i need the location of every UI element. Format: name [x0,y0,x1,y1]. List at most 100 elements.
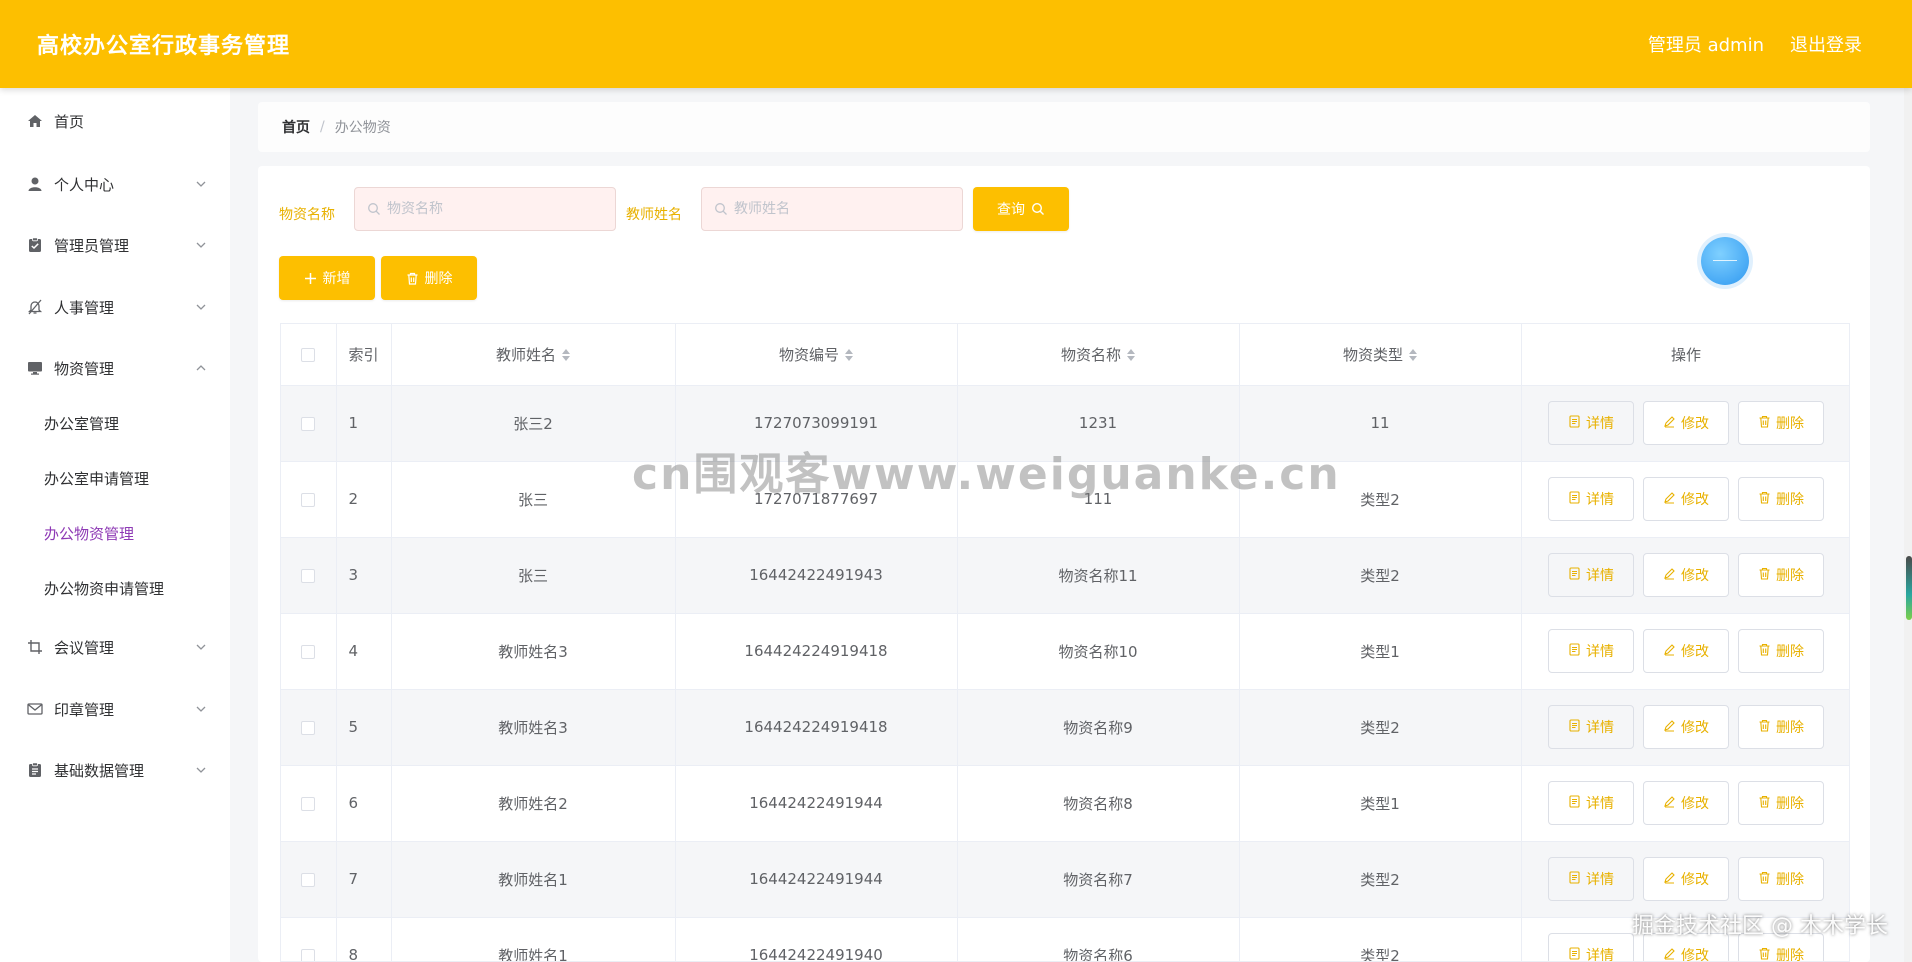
edit-button[interactable]: 修改 [1643,477,1729,521]
sidebar-item-personal-center[interactable]: 个人中心 [0,159,230,209]
add-button[interactable]: 新增 [279,256,375,300]
cell-teacher: 张三 [391,461,676,538]
delete-button[interactable]: 删除 [1738,781,1824,825]
row-checkbox[interactable] [301,644,316,659]
row-checkbox[interactable] [301,416,316,431]
sidebar-subitem-office-application[interactable]: 办公室申请管理 [0,455,230,501]
detail-button-label: 详情 [1586,644,1614,660]
table-body: 1 张三2 1727073099191 1231 11 详情 修改 删除 2 张三 17270718… [281,385,1849,961]
row-checkbox[interactable] [301,720,316,735]
sort-icon[interactable] [1409,348,1417,362]
sort-icon[interactable] [562,348,570,362]
detail-button[interactable]: 详情 [1548,553,1634,597]
row-checkbox[interactable] [301,948,316,961]
edit-icon [1663,567,1676,584]
search-icon [1031,202,1044,215]
sidebar-item-seal-management[interactable]: 印章管理 [0,684,230,734]
supply-name-search-box[interactable] [354,187,616,231]
select-all-checkbox[interactable] [301,347,316,362]
column-header-type[interactable]: 物资类型 [1239,324,1522,386]
row-checkbox[interactable] [301,872,316,887]
table-row: 6 教师姓名2 16442422491944 物资名称8 类型1 详情 修改 删除 [281,765,1849,842]
sidebar-item-hr-management[interactable]: 人事管理 [0,282,230,332]
admin-user-label[interactable]: 管理员 admin [1648,31,1764,57]
teacher-name-search-box[interactable] [701,187,963,231]
edit-button[interactable]: 修改 [1643,553,1729,597]
sidebar-subitem-office-supplies[interactable]: 办公物资管理 [0,510,230,556]
detail-button[interactable]: 详情 [1548,401,1634,445]
breadcrumb-separator: / [320,119,325,135]
row-checkbox[interactable] [301,492,316,507]
batch-delete-button[interactable]: 删除 [381,256,477,300]
detail-button[interactable]: 详情 [1548,477,1634,521]
column-header-label: 教师姓名 [495,345,556,364]
sidebar-item-label: 管理员管理 [54,236,130,255]
edit-button-label: 修改 [1681,872,1709,888]
sort-icon[interactable] [845,348,853,362]
cell-actions: 详情 修改 删除 [1521,613,1849,690]
edit-button[interactable]: 修改 [1643,857,1729,901]
cell-index: 5 [336,689,392,766]
delete-button[interactable]: 删除 [1738,857,1824,901]
sidebar-item-basic-data-management[interactable]: 基础数据管理 [0,745,230,795]
logout-link[interactable]: 退出登录 [1790,31,1862,57]
delete-button[interactable]: 删除 [1738,705,1824,749]
sidebar-item-home[interactable]: 首页 [0,96,230,146]
cell-name: 111 [957,461,1240,538]
row-select-cell [281,613,337,690]
edit-button[interactable]: 修改 [1643,629,1729,673]
delete-button[interactable]: 删除 [1738,401,1824,445]
edit-button[interactable]: 修改 [1643,705,1729,749]
detail-button-label: 详情 [1586,872,1614,888]
row-checkbox[interactable] [301,796,316,811]
cell-actions: 详情 修改 删除 [1521,841,1849,918]
teacher-name-input[interactable] [734,201,934,217]
row-checkbox[interactable] [301,568,316,583]
trash-icon [1758,567,1771,584]
column-header-teacher[interactable]: 教师姓名 [391,324,676,386]
sidebar-item-label: 首页 [54,112,85,131]
supplies-table: 索引 教师姓名 物资编号 物资名称 物资类型 操作 1 张三2 1727073099… [280,323,1850,962]
user-icon [26,175,44,193]
delete-button-label: 删除 [1776,872,1804,888]
sidebar-item-admin-management[interactable]: 管理员管理 [0,220,230,270]
edit-button[interactable]: 修改 [1643,781,1729,825]
detail-button[interactable]: 详情 [1548,933,1634,961]
detail-button[interactable]: 详情 [1548,857,1634,901]
delete-button[interactable]: 删除 [1738,477,1824,521]
cell-teacher: 教师姓名3 [391,689,676,766]
search-icon [368,203,380,215]
breadcrumb-home[interactable]: 首页 [282,117,310,137]
cell-actions: 详情 修改 删除 [1521,385,1849,462]
column-header-label: 物资编号 [778,345,839,364]
sidebar-item-meeting-management[interactable]: 会议管理 [0,622,230,672]
detail-button[interactable]: 详情 [1548,629,1634,673]
cell-name: 物资名称7 [957,841,1240,918]
sidebar-subitem-supplies-application[interactable]: 办公物资申请管理 [0,565,230,611]
query-button[interactable]: 查询 [973,187,1069,231]
detail-button-label: 详情 [1586,796,1614,812]
detail-button[interactable]: 详情 [1548,705,1634,749]
delete-button-label: 删除 [1776,644,1804,660]
cell-code: 16442422491940 [675,917,958,961]
cell-code: 1727071877697 [675,461,958,538]
scrollbar-thumb[interactable] [1906,556,1912,620]
delete-button[interactable]: 删除 [1738,629,1824,673]
page-scrollbar[interactable] [1904,88,1912,962]
cell-type: 类型2 [1239,841,1522,918]
delete-button[interactable]: 删除 [1738,553,1824,597]
cell-code: 16442422491944 [675,765,958,842]
edit-button[interactable]: 修改 [1643,401,1729,445]
column-header-name[interactable]: 物资名称 [957,324,1240,386]
column-header-code[interactable]: 物资编号 [675,324,958,386]
row-select-cell [281,385,337,462]
detail-button[interactable]: 详情 [1548,781,1634,825]
cell-type: 类型2 [1239,917,1522,961]
supply-name-input[interactable] [387,201,587,217]
chevron-down-icon [196,181,206,187]
teacher-name-label: 教师姓名 [626,207,682,223]
sort-icon[interactable] [1127,348,1135,362]
floating-widget[interactable] [1701,237,1749,285]
sidebar-subitem-office[interactable]: 办公室管理 [0,400,230,446]
sidebar-item-supplies-management[interactable]: 物资管理 [0,343,230,393]
